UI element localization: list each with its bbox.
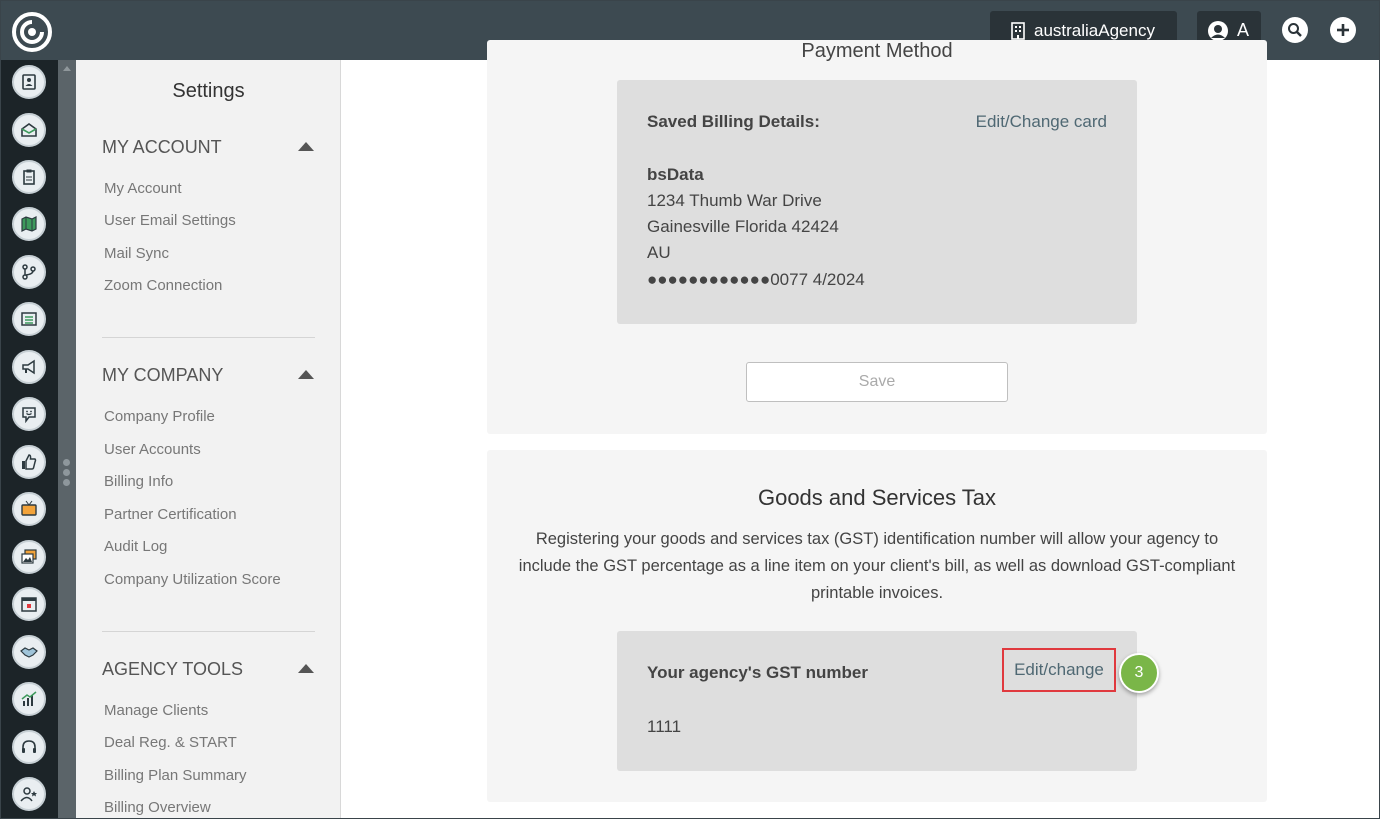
rail-scrollbar[interactable] (58, 60, 76, 818)
collapse-arrow-icon[interactable] (298, 370, 314, 379)
sidebar-resize-handle-icon[interactable] (63, 459, 71, 493)
gst-description: Registering your goods and services tax … (518, 530, 1236, 602)
menu-item-manage-clients[interactable]: Manage Clients (104, 702, 208, 719)
agency-name: australiaAgency (1034, 20, 1155, 40)
app-logo-icon[interactable] (11, 11, 53, 53)
menu-item-company-profile[interactable]: Company Profile (104, 408, 215, 425)
user-star-icon[interactable] (12, 777, 46, 811)
billing-name: bsData (647, 165, 704, 184)
user-avatar-icon (1208, 20, 1228, 41)
megaphone-icon[interactable] (12, 350, 46, 384)
billing-card-number: ●●●●●●●●●●●●0077 4/2024 (647, 270, 865, 289)
menu-item-user-email-settings[interactable]: User Email Settings (104, 212, 236, 229)
search-icon[interactable] (1282, 17, 1308, 43)
menu-item-partner-certification[interactable]: Partner Certification (104, 506, 237, 523)
payment-method-card: Payment Method Saved Billing Details: Ed… (487, 40, 1267, 434)
save-button[interactable]: Save (746, 362, 1008, 402)
billing-address-line2: Gainesville Florida 42424 (647, 217, 839, 236)
saved-billing-label: Saved Billing Details: (647, 112, 820, 131)
thumbs-up-icon[interactable] (12, 445, 46, 479)
menu-item-zoom-connection[interactable]: Zoom Connection (104, 277, 222, 294)
building-icon (1011, 21, 1025, 40)
section-agency-tools[interactable]: AGENCY TOOLS (102, 659, 317, 680)
tv-icon[interactable] (12, 492, 46, 526)
menu-item-company-utilization-score[interactable]: Company Utilization Score (104, 571, 281, 588)
section-my-company[interactable]: MY COMPANY (102, 365, 317, 386)
scroll-up-arrow-icon[interactable] (63, 66, 71, 71)
main-content: Payment Method Saved Billing Details: Ed… (341, 40, 1379, 818)
user-initial: A (1237, 20, 1250, 40)
gst-number-value: 1111 (647, 717, 682, 736)
map-icon[interactable] (12, 207, 46, 241)
gst-title: Goods and Services Tax (757, 485, 997, 510)
clipboard-icon[interactable] (12, 160, 46, 194)
list-icon[interactable] (12, 302, 46, 336)
saved-billing-box: Saved Billing Details: Edit/Change card … (617, 80, 1137, 324)
section-heading: MY COMPANY (102, 365, 224, 385)
gst-number-box: Your agency's GST number Edit/change 111… (617, 631, 1137, 771)
gst-edit-change-link[interactable]: Edit/change (1002, 648, 1116, 692)
handshake-icon[interactable] (12, 635, 46, 669)
app-window: australiaAgency A Settings MY ACCOUNT My… (0, 0, 1380, 819)
payment-method-title: Payment Method (801, 40, 953, 62)
app-nav-rail (1, 60, 58, 818)
step-annotation-badge: 3 (1119, 653, 1159, 693)
menu-item-user-accounts[interactable]: User Accounts (104, 441, 201, 458)
headset-icon[interactable] (12, 730, 46, 764)
collapse-arrow-icon[interactable] (298, 664, 314, 673)
menu-item-audit-log[interactable]: Audit Log (104, 538, 167, 555)
gst-card: Goods and Services Tax Registering your … (487, 450, 1267, 802)
chat-smile-icon[interactable] (12, 397, 46, 431)
add-icon[interactable] (1330, 17, 1356, 43)
section-heading: MY ACCOUNT (102, 137, 222, 157)
chart-growth-icon[interactable] (12, 682, 46, 716)
inbox-icon[interactable] (12, 113, 46, 147)
settings-title: Settings (172, 80, 245, 102)
branch-icon[interactable] (12, 255, 46, 289)
edit-change-card-link[interactable]: Edit/Change card (976, 112, 1107, 132)
menu-item-mail-sync[interactable]: Mail Sync (104, 245, 169, 262)
menu-item-deal-reg-start[interactable]: Deal Reg. & START (104, 734, 237, 751)
menu-item-billing-info[interactable]: Billing Info (104, 473, 173, 490)
collapse-arrow-icon[interactable] (298, 142, 314, 151)
billing-address-line1: 1234 Thumb War Drive (647, 191, 822, 210)
billing-country: AU (647, 243, 671, 262)
divider (102, 337, 315, 338)
menu-item-billing-plan-summary[interactable]: Billing Plan Summary (104, 767, 247, 784)
menu-item-billing-overview[interactable]: Billing Overview (104, 799, 211, 816)
contacts-icon[interactable] (12, 65, 46, 99)
section-my-account[interactable]: MY ACCOUNT (102, 137, 317, 158)
calendar-icon[interactable] (12, 587, 46, 621)
menu-item-my-account[interactable]: My Account (104, 180, 182, 197)
image-gallery-icon[interactable] (12, 540, 46, 574)
divider (102, 631, 315, 632)
gst-number-label: Your agency's GST number (647, 663, 868, 682)
settings-sidebar: Settings MY ACCOUNT My Account User Emai… (76, 60, 341, 818)
section-heading: AGENCY TOOLS (102, 659, 244, 679)
